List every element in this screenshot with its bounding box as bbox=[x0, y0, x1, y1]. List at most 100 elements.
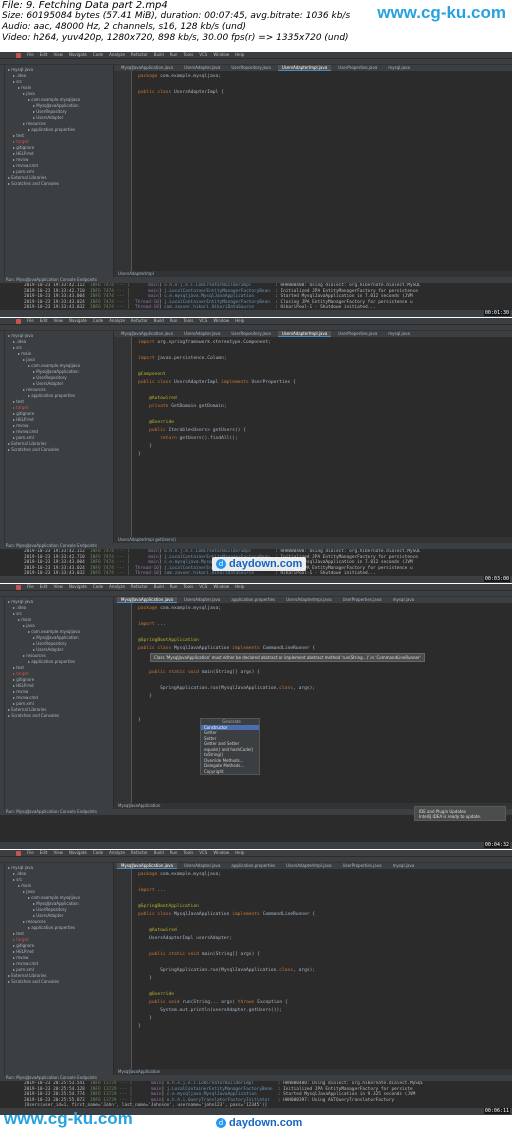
code-line: UsersAdapterImpl usersAdapter; bbox=[149, 936, 233, 941]
status-bar: Terminal Build Java Enterprise Spring Ru… bbox=[0, 575, 512, 583]
daydown-logo-icon: d bbox=[216, 1118, 226, 1128]
menu-item-file[interactable]: File bbox=[27, 850, 34, 856]
menu-item-build[interactable]: Build bbox=[154, 584, 164, 590]
menu-item-help[interactable]: Help bbox=[235, 850, 244, 856]
code-line: SpringApplication.run(MysqlJavaApplicati… bbox=[160, 968, 316, 973]
menu-item-code[interactable]: Code bbox=[93, 584, 103, 590]
menu-item-tools[interactable]: Tools bbox=[183, 318, 193, 324]
menu-item-tools[interactable]: Tools bbox=[183, 850, 193, 856]
menu-item-help[interactable]: Help bbox=[235, 584, 244, 590]
menu-item-file[interactable]: File bbox=[27, 318, 34, 324]
ide-frame-3: File Edit View Navigate Code Analyze Refactor B… bbox=[0, 584, 512, 849]
menu-item-view[interactable]: View bbox=[53, 52, 63, 58]
menu-item-refactor[interactable]: Refactor bbox=[131, 850, 148, 856]
menu-item-refactor[interactable]: Refactor bbox=[131, 318, 148, 324]
tree-item[interactable]: ▸ Scratches and Consoles bbox=[0, 181, 113, 187]
run-console[interactable]: 2019-10-23 20:25:53.541 INFO 13729 --- [… bbox=[0, 1081, 512, 1107]
project-tree: ▸ mysql-java ▸ .idea ▸ src ▸ main ▸ java ▸ co… bbox=[0, 863, 114, 1075]
menu-item-window[interactable]: Window bbox=[213, 52, 229, 58]
code-line: } bbox=[149, 694, 152, 699]
menu-item-analyze[interactable]: Analyze bbox=[109, 850, 125, 856]
run-console[interactable]: 2019-10-23 19:33:42.112 INFO 7474 --- [ … bbox=[0, 283, 512, 309]
daydown-logo-icon: d bbox=[216, 559, 226, 569]
menu-item-view[interactable]: View bbox=[53, 584, 63, 590]
menu-item-navigate[interactable]: Navigate bbox=[69, 318, 87, 324]
menu-item-edit[interactable]: Edit bbox=[40, 52, 48, 58]
menu-item-tools[interactable]: Tools bbox=[183, 52, 193, 58]
video-info-header: File: 9. Fetching Data part 2.mp4 Size: … bbox=[0, 0, 512, 52]
code-line: public class MysqlJavaApplication implem… bbox=[138, 646, 316, 651]
code-line: package com.example.mysqljava; bbox=[138, 872, 222, 877]
menu-item-code[interactable]: Code bbox=[93, 52, 103, 58]
menu-item-tools[interactable]: Tools bbox=[183, 584, 193, 590]
tree-item[interactable]: ▸ Scratches and Consoles bbox=[0, 979, 113, 985]
daydown-watermark: d daydown.com bbox=[212, 557, 307, 571]
menu-item-analyze[interactable]: Analyze bbox=[109, 52, 125, 58]
code-area[interactable]: import org.springframework.stereotype.Co… bbox=[138, 339, 508, 459]
code-editor[interactable]: package com.example.mysqljava; import ..… bbox=[114, 603, 512, 809]
video-line: Video: h264, yuv420p, 1280x720, 898 kb/s… bbox=[2, 33, 349, 43]
generate-popup[interactable]: Generate Constructor Getter Setter Getter an… bbox=[200, 718, 260, 775]
menu-item-window[interactable]: Window bbox=[213, 850, 229, 856]
menu-item-run[interactable]: Run bbox=[170, 318, 178, 324]
menu-bar: File Edit View Navigate Code Analyze Refactor B… bbox=[0, 52, 512, 59]
code-line: @Override bbox=[149, 420, 174, 425]
menu-item-window[interactable]: Window bbox=[213, 584, 229, 590]
menu-item-build[interactable]: Build bbox=[154, 850, 164, 856]
code-area[interactable]: package com.example.mysqljava; import ..… bbox=[138, 605, 508, 725]
update-notification[interactable]: IDE and Plugin Updates IntelliJ IDEA is r… bbox=[414, 806, 506, 821]
code-editor[interactable]: import org.springframework.stereotype.Co… bbox=[114, 337, 512, 543]
menu-item-run[interactable]: Run bbox=[170, 52, 178, 58]
menu-item-refactor[interactable]: Refactor bbox=[131, 584, 148, 590]
code-line: } bbox=[149, 976, 152, 981]
code-line: import javax.persistence.Column; bbox=[138, 356, 227, 361]
code-editor[interactable]: package com.example.mysqljava; public cl… bbox=[114, 71, 512, 277]
menu-item-edit[interactable]: Edit bbox=[40, 850, 48, 856]
menu-item-file[interactable]: File bbox=[27, 584, 34, 590]
code-area[interactable]: package com.example.mysqljava; public cl… bbox=[138, 73, 508, 105]
menu-item-vcs[interactable]: VCS bbox=[199, 318, 207, 324]
menu-item-edit[interactable]: Edit bbox=[40, 318, 48, 324]
menu-item-refactor[interactable]: Refactor bbox=[131, 52, 148, 58]
menu-item-vcs[interactable]: VCS bbox=[199, 52, 207, 58]
menu-item-analyze[interactable]: Analyze bbox=[109, 318, 125, 324]
menu-item-vcs[interactable]: VCS bbox=[199, 850, 207, 856]
frame-timestamp: 00:03:00 bbox=[483, 576, 510, 582]
menu-item-file[interactable]: File bbox=[27, 52, 34, 58]
menu-item-navigate[interactable]: Navigate bbox=[69, 52, 87, 58]
code-line: import ... bbox=[138, 888, 166, 893]
generate-item[interactable]: Copyright bbox=[201, 769, 259, 775]
ide-frame-4: File Edit View Navigate Code Analyze Refactor B… bbox=[0, 850, 512, 1115]
code-line: SpringApplication.run(MysqlJavaApplicati… bbox=[160, 686, 316, 691]
menu-item-view[interactable]: View bbox=[53, 850, 63, 856]
menu-item-navigate[interactable]: Navigate bbox=[69, 850, 87, 856]
menu-item-run[interactable]: Run bbox=[170, 584, 178, 590]
menu-item-window[interactable]: Window bbox=[213, 318, 229, 324]
menu-item-navigate[interactable]: Navigate bbox=[69, 584, 87, 590]
menu-item-help[interactable]: Help bbox=[235, 318, 244, 324]
menu-item-edit[interactable]: Edit bbox=[40, 584, 48, 590]
menu-item-view[interactable]: View bbox=[53, 318, 63, 324]
audio-line: Audio: aac, 48000 Hz, 2 channels, s16, 1… bbox=[2, 22, 247, 32]
menu-item-code[interactable]: Code bbox=[93, 318, 103, 324]
code-line: public class UsersAdapterImpl { bbox=[138, 90, 224, 95]
tree-item[interactable]: ▸ Scratches and Consoles bbox=[0, 447, 113, 453]
menu-item-vcs[interactable]: VCS bbox=[199, 584, 207, 590]
code-line: import ... bbox=[138, 622, 166, 627]
tool-window-strip bbox=[0, 597, 5, 809]
menu-item-build[interactable]: Build bbox=[154, 318, 164, 324]
menu-item-code[interactable]: Code bbox=[93, 850, 103, 856]
menu-item-help[interactable]: Help bbox=[235, 52, 244, 58]
code-editor[interactable]: package com.example.mysqljava; import ..… bbox=[114, 869, 512, 1075]
menu-item-build[interactable]: Build bbox=[154, 52, 164, 58]
code-area[interactable]: package com.example.mysqljava; import ..… bbox=[138, 871, 508, 1031]
app-icon bbox=[16, 52, 21, 58]
tree-item[interactable]: ▸ Scratches and Consoles bbox=[0, 713, 113, 719]
menu-item-run[interactable]: Run bbox=[170, 850, 178, 856]
menu-item-analyze[interactable]: Analyze bbox=[109, 584, 125, 590]
